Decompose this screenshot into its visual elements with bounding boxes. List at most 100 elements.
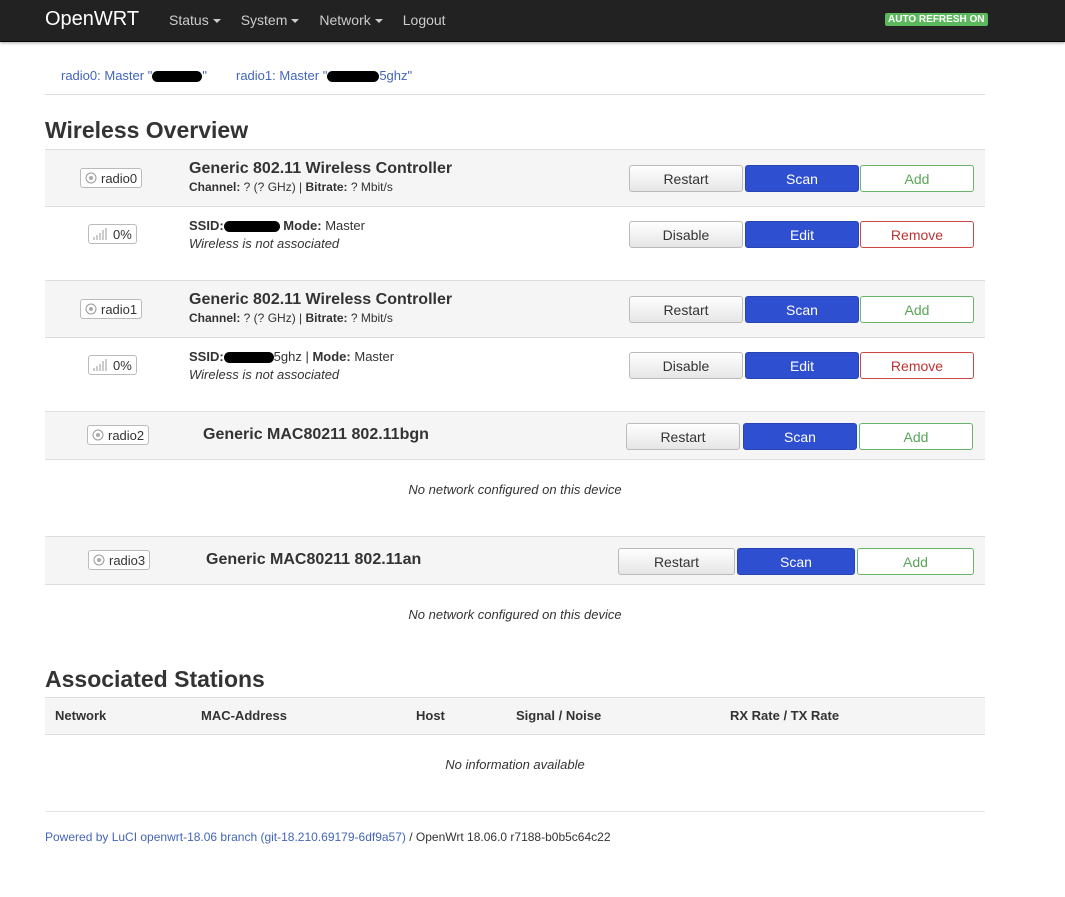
- luci-version-link[interactable]: Powered by LuCI openwrt-18.06 branch (gi…: [45, 830, 406, 844]
- radio-badge-label: radio2: [108, 428, 145, 443]
- col-network: Network: [55, 708, 107, 723]
- device-title: Generic 802.11 Wireless Controller: [189, 160, 453, 177]
- association-status: Wireless is not associated: [189, 236, 340, 251]
- stations-table-header: Network MAC-Address Host Signal / Noise …: [45, 697, 985, 735]
- add-button[interactable]: Add: [859, 423, 973, 450]
- edit-button[interactable]: Edit: [745, 221, 859, 248]
- ssid-label: SSID:: [189, 218, 224, 233]
- remove-button[interactable]: Remove: [860, 352, 974, 379]
- top-navbar: OpenWRT Status System Network Logout AUT…: [0, 0, 1065, 42]
- menu-status-label: Status: [169, 12, 209, 28]
- ssid-info: SSID: Mode: Master: [189, 218, 365, 233]
- ssid-suffix: 5ghz |: [273, 349, 313, 364]
- tab-radio1[interactable]: radio1: Master " 5ghz": [236, 68, 412, 83]
- disable-button[interactable]: Disable: [629, 352, 743, 379]
- signal-strength-icon: [93, 359, 107, 371]
- caret-down-icon: [291, 19, 300, 24]
- mode-label: Mode:: [312, 349, 351, 364]
- caret-down-icon: [374, 19, 383, 24]
- tab-radio0-suffix: ": [202, 68, 207, 83]
- add-button[interactable]: Add: [860, 165, 974, 192]
- redacted-ssid: [152, 71, 203, 83]
- menu-network[interactable]: Network: [319, 0, 383, 41]
- mode-value: Master: [321, 218, 365, 233]
- footer-divider: [45, 811, 985, 812]
- col-host: Host: [416, 708, 445, 723]
- ssid-info: SSID: 5ghz | Mode: Master: [189, 349, 394, 364]
- device-row-radio2: radio2 Generic MAC80211 802.11bgn Restar…: [45, 411, 985, 460]
- radio-badge: radio1: [80, 299, 143, 319]
- add-button[interactable]: Add: [857, 548, 974, 575]
- radio-badge-label: radio1: [101, 302, 138, 317]
- signal-badge: 0%: [88, 224, 137, 244]
- scan-button[interactable]: Scan: [745, 296, 859, 323]
- wifi-device-icon: [85, 172, 97, 184]
- menu-system-label: System: [240, 12, 288, 28]
- scan-button[interactable]: Scan: [745, 165, 859, 192]
- signal-strength-icon: [93, 228, 107, 240]
- channel-label: Channel:: [189, 311, 241, 325]
- menu-logout[interactable]: Logout: [403, 0, 446, 41]
- no-stations-message: No information available: [445, 757, 585, 772]
- device-title: Generic MAC80211 802.11bgn: [203, 426, 429, 443]
- radio-badge: radio0: [80, 168, 143, 188]
- openwrt-version: / OpenWrt 18.06.0 r7188-b0b5c64c22: [405, 830, 611, 844]
- association-status: Wireless is not associated: [189, 367, 340, 382]
- bitrate-label: Bitrate:: [305, 180, 348, 194]
- channel-value: ? (? GHz) |: [240, 180, 306, 194]
- ssid-label: SSID:: [189, 349, 224, 364]
- restart-button[interactable]: Restart: [629, 165, 743, 192]
- restart-button[interactable]: Restart: [629, 296, 743, 323]
- wifi-device-icon: [92, 429, 104, 441]
- redacted-ssid: [223, 221, 280, 233]
- remove-button[interactable]: Remove: [860, 221, 974, 248]
- redacted-ssid: [327, 71, 380, 83]
- radio-badge-label: radio3: [109, 553, 146, 568]
- footer: Powered by LuCI openwrt-18.06 branch (gi…: [45, 830, 611, 844]
- signal-value: 0%: [113, 227, 132, 242]
- channel-value: ? (? GHz) |: [240, 311, 306, 325]
- bitrate-label: Bitrate:: [305, 311, 348, 325]
- menu-network-label: Network: [319, 12, 371, 28]
- col-signal-noise: Signal / Noise: [516, 708, 602, 723]
- bitrate-value: ? Mbit/s: [347, 180, 393, 194]
- mode-label: Mode:: [283, 218, 322, 233]
- mode-value: Master: [350, 349, 395, 364]
- add-button[interactable]: Add: [860, 296, 974, 323]
- redacted-ssid: [223, 352, 274, 364]
- tab-radio1-prefix: radio1: Master ": [236, 68, 328, 83]
- auto-refresh-badge[interactable]: AUTO REFRESH ON: [885, 13, 988, 26]
- main-menu: Status System Network Logout: [169, 0, 466, 41]
- radio-badge: radio2: [87, 425, 150, 445]
- restart-button[interactable]: Restart: [626, 423, 740, 450]
- page-title: Wireless Overview: [45, 117, 249, 143]
- device-row-radio1: radio1 Generic 802.11 Wireless Controlle…: [45, 280, 985, 338]
- col-mac-address: MAC-Address: [201, 708, 287, 723]
- device-row-radio0: radio0 Generic 802.11 Wireless Controlle…: [45, 149, 985, 207]
- tab-radio0[interactable]: radio0: Master " ": [61, 68, 207, 83]
- restart-button[interactable]: Restart: [618, 548, 735, 575]
- menu-system[interactable]: System: [241, 0, 300, 41]
- wifi-device-icon: [85, 303, 97, 315]
- device-title: Generic MAC80211 802.11an: [206, 551, 422, 568]
- radio-badge: radio3: [88, 550, 151, 570]
- signal-value: 0%: [113, 358, 132, 373]
- brand-logo[interactable]: OpenWRT: [45, 8, 139, 31]
- radio-badge-label: radio0: [101, 171, 138, 186]
- device-channel-info: Channel: ? (? GHz) | Bitrate: ? Mbit/s: [189, 311, 393, 325]
- bitrate-value: ? Mbit/s: [347, 311, 393, 325]
- menu-status[interactable]: Status: [169, 0, 221, 41]
- scan-button[interactable]: Scan: [737, 548, 855, 575]
- network-row-radio0: 0% SSID: Mode: Master Wireless is not as…: [45, 207, 985, 281]
- tab-radio0-prefix: radio0: Master ": [61, 68, 153, 83]
- network-tabs: radio0: Master " " radio1: Master " 5ghz": [45, 68, 985, 95]
- edit-button[interactable]: Edit: [745, 352, 859, 379]
- device-title: Generic 802.11 Wireless Controller: [189, 291, 453, 308]
- device-channel-info: Channel: ? (? GHz) | Bitrate: ? Mbit/s: [189, 180, 393, 194]
- disable-button[interactable]: Disable: [629, 221, 743, 248]
- network-row-radio1: 0% SSID: 5ghz | Mode: Master Wireless is …: [45, 338, 985, 412]
- scan-button[interactable]: Scan: [743, 423, 857, 450]
- col-rx-tx-rate: RX Rate / TX Rate: [730, 708, 840, 723]
- no-network-message: No network configured on this device: [408, 482, 622, 497]
- wifi-device-icon: [93, 554, 105, 566]
